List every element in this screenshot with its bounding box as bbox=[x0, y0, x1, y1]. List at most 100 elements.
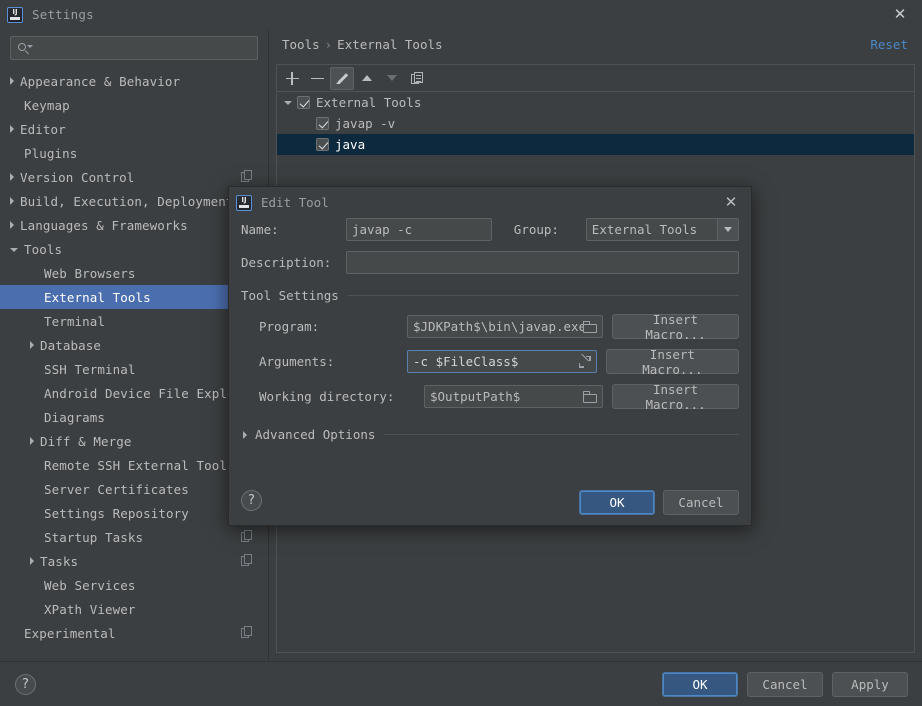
folder-browse-icon[interactable] bbox=[583, 320, 597, 333]
chevron-right-icon[interactable] bbox=[30, 341, 34, 349]
arguments-value: -c $FileClass$ bbox=[413, 354, 519, 369]
insert-macro-program-button[interactable]: Insert Macro... bbox=[612, 312, 739, 342]
sidebar-item-label: Settings Repository bbox=[44, 505, 189, 521]
description-label: Description: bbox=[241, 255, 332, 270]
remove-button[interactable] bbox=[305, 67, 329, 90]
edit-button[interactable] bbox=[330, 66, 354, 90]
dialog-help-button[interactable]: ? bbox=[241, 490, 262, 511]
search-box[interactable] bbox=[10, 36, 258, 60]
close-icon[interactable]: ✕ bbox=[892, 7, 908, 23]
arrow-up-icon bbox=[362, 75, 372, 81]
folder-browse-icon[interactable] bbox=[583, 390, 598, 403]
chevron-right-icon[interactable] bbox=[30, 557, 34, 565]
working-directory-label: Working directory: bbox=[259, 389, 395, 404]
description-row: Description: bbox=[241, 251, 739, 274]
sidebar-item-label: Tools bbox=[24, 241, 63, 257]
sidebar-item-label: Diff & Merge bbox=[40, 433, 132, 449]
tool-enabled-checkbox[interactable] bbox=[316, 117, 329, 130]
insert-macro-working-directory-button[interactable]: Insert Macro... bbox=[612, 382, 739, 412]
tool-settings-group-header: Tool Settings bbox=[241, 288, 739, 303]
close-icon[interactable]: ✕ bbox=[723, 194, 739, 210]
dialog-buttons: OK Cancel bbox=[579, 490, 739, 515]
tool-tree-row[interactable]: javap -v bbox=[277, 113, 914, 134]
sidebar-item-label: Startup Tasks bbox=[44, 529, 144, 545]
dialog-footer: ? OK Cancel bbox=[229, 479, 751, 525]
dialog-title-bar: Edit Tool ✕ bbox=[229, 187, 751, 218]
sidebar-item-label: Terminal bbox=[44, 313, 106, 329]
intellij-logo-icon bbox=[7, 6, 23, 23]
sidebar-item-label: Languages & Frameworks bbox=[20, 217, 188, 233]
move-up-button[interactable] bbox=[355, 67, 379, 90]
apply-button[interactable]: Apply bbox=[832, 672, 908, 697]
ok-button[interactable]: OK bbox=[662, 672, 738, 697]
tool-enabled-checkbox[interactable] bbox=[297, 96, 310, 109]
sidebar-item-keymap[interactable]: Keymap bbox=[0, 93, 268, 117]
group-value: External Tools bbox=[591, 222, 698, 237]
settings-footer: ? OK Cancel Apply bbox=[0, 661, 922, 706]
settings-sync-icon bbox=[241, 554, 254, 567]
sidebar-item-experimental[interactable]: Experimental bbox=[0, 621, 268, 645]
settings-sync-icon bbox=[241, 626, 254, 639]
breadcrumb-leaf: External Tools bbox=[337, 37, 443, 52]
chevron-right-icon[interactable] bbox=[10, 77, 14, 85]
external-tools-tree: External Tools javap -v java bbox=[277, 92, 914, 155]
sidebar-item-plugins[interactable]: Plugins bbox=[0, 141, 268, 165]
insert-macro-arguments-button[interactable]: Insert Macro... bbox=[605, 347, 739, 377]
dialog-ok-button[interactable]: OK bbox=[579, 490, 655, 515]
tool-tree-row[interactable]: java bbox=[277, 134, 914, 155]
chevron-right-icon[interactable] bbox=[10, 125, 14, 133]
sidebar-item-label: Version Control bbox=[20, 169, 135, 185]
working-directory-field[interactable]: $OutputPath$ bbox=[424, 385, 604, 408]
chevron-down-icon[interactable] bbox=[10, 248, 18, 252]
sidebar-item-startup-tasks[interactable]: Startup Tasks bbox=[0, 525, 268, 549]
expand-editor-icon[interactable] bbox=[578, 353, 591, 368]
chevron-right-icon[interactable] bbox=[243, 430, 247, 439]
sidebar-item-label: SSH Terminal bbox=[44, 361, 136, 377]
tool-tree-label: javap -v bbox=[335, 116, 396, 131]
settings-sync-icon bbox=[241, 170, 254, 183]
description-field[interactable] bbox=[346, 251, 739, 274]
sidebar-item-tasks[interactable]: Tasks bbox=[0, 549, 268, 573]
plus-icon bbox=[285, 71, 299, 85]
pencil-icon bbox=[335, 71, 349, 85]
sidebar-item-label: Web Browsers bbox=[44, 265, 136, 281]
dialog-body: Name: javap -c Group: External Tools Des… bbox=[229, 218, 751, 442]
advanced-options-row[interactable]: Advanced Options bbox=[241, 427, 739, 442]
reset-link[interactable]: Reset bbox=[870, 37, 908, 52]
help-button[interactable]: ? bbox=[15, 674, 36, 695]
advanced-divider bbox=[384, 434, 739, 435]
program-field[interactable]: $JDKPath$\bin\javap.exe bbox=[407, 315, 603, 338]
chevron-down-icon[interactable] bbox=[717, 219, 738, 240]
sidebar-item-label: Keymap bbox=[24, 97, 70, 113]
chevron-right-icon[interactable] bbox=[10, 221, 14, 229]
chevron-down-icon[interactable] bbox=[284, 100, 292, 105]
sidebar-item-editor[interactable]: Editor bbox=[0, 117, 268, 141]
sidebar-item-label: Experimental bbox=[24, 625, 116, 641]
sidebar-item-label: Tasks bbox=[40, 553, 79, 569]
arguments-row: Arguments: -c $FileClass$ Insert Macro..… bbox=[241, 347, 739, 377]
sidebar-item-xpath-viewer[interactable]: XPath Viewer bbox=[0, 597, 268, 621]
breadcrumb-root[interactable]: Tools bbox=[282, 37, 320, 52]
search-container bbox=[0, 29, 268, 66]
copy-button[interactable] bbox=[405, 67, 429, 90]
search-input[interactable] bbox=[35, 40, 251, 56]
sidebar-item-label: External Tools bbox=[44, 289, 151, 305]
tool-enabled-checkbox[interactable] bbox=[316, 138, 329, 151]
arrow-down-icon bbox=[387, 75, 397, 81]
cancel-button[interactable]: Cancel bbox=[747, 672, 823, 697]
group-combobox[interactable]: External Tools bbox=[585, 218, 739, 241]
dialog-cancel-button[interactable]: Cancel bbox=[663, 490, 739, 515]
sidebar-item-label: Appearance & Behavior bbox=[20, 73, 181, 89]
chevron-right-icon[interactable] bbox=[10, 173, 14, 181]
chevron-right-icon[interactable] bbox=[10, 197, 14, 205]
sidebar-item-appearance-behavior[interactable]: Appearance & Behavior bbox=[0, 69, 268, 93]
tool-tree-row[interactable]: External Tools bbox=[277, 92, 914, 113]
name-field[interactable]: javap -c bbox=[346, 218, 492, 241]
add-button[interactable] bbox=[280, 67, 304, 90]
sidebar-item-label: Android Device File Explorer bbox=[44, 385, 258, 401]
working-directory-row: Working directory: $OutputPath$ Insert M… bbox=[241, 382, 739, 412]
sidebar-item-web-services[interactable]: Web Services bbox=[0, 573, 268, 597]
arguments-label: Arguments: bbox=[259, 354, 335, 369]
chevron-right-icon[interactable] bbox=[30, 437, 34, 445]
arguments-field[interactable]: -c $FileClass$ bbox=[407, 350, 597, 373]
